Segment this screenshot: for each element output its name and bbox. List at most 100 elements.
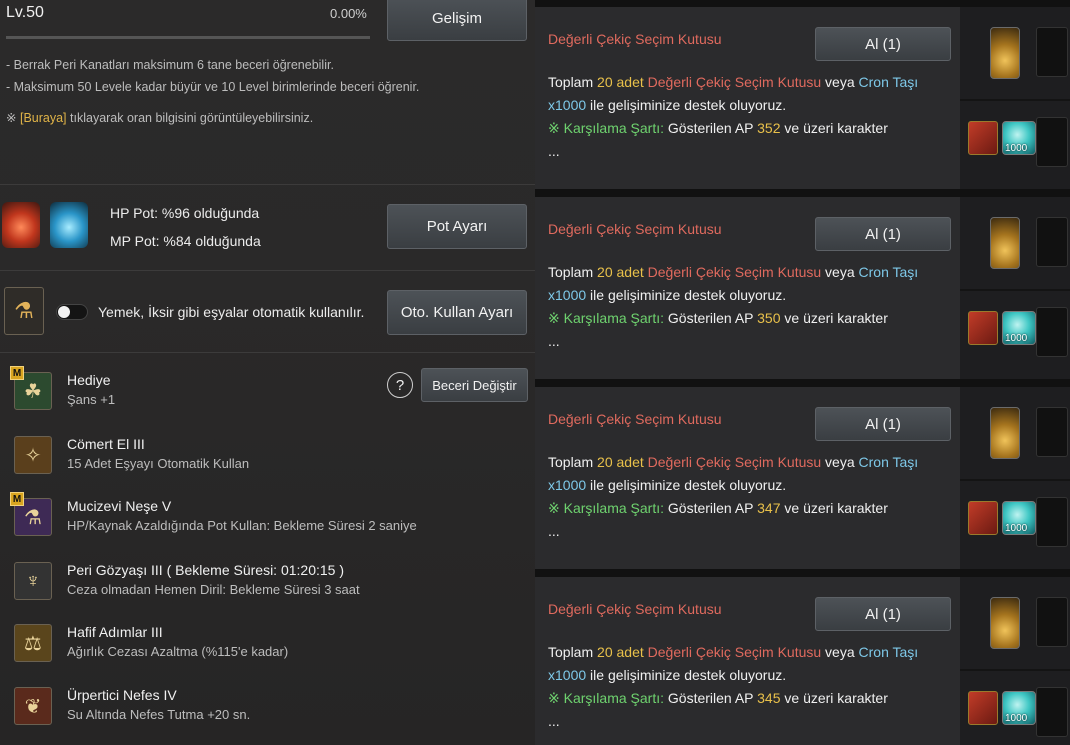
cron-quantity: x1000 [548, 287, 587, 303]
unit-label: adet [616, 264, 644, 280]
or-label: veya [825, 264, 855, 280]
reward-slot[interactable] [1036, 307, 1068, 357]
skill-description: Ağırlık Cezası Azaltma (%115'e kadar) [67, 644, 289, 659]
rate-info-link[interactable]: [Buraya] [20, 111, 67, 125]
skill-description: Şans +1 [67, 392, 116, 407]
skill-name: Cömert El III [67, 436, 145, 452]
more-ellipsis: ... [548, 523, 560, 539]
condition-label: ※ Karşılama Şartı: [548, 690, 664, 706]
buy-button[interactable]: Al (1) [815, 217, 951, 251]
hp-pot-threshold: HP Pot: %96 olduğunda [110, 205, 260, 221]
cron-stone-name: Cron Taşı [858, 264, 919, 280]
reward-slot[interactable] [1036, 497, 1068, 547]
mastery-badge: M [10, 366, 24, 380]
card-title: Değerli Çekiç Seçim Kutusu [548, 31, 722, 47]
more-ellipsis: ... [548, 713, 560, 729]
support-text: ile gelişiminize destek oluyoruz. [590, 97, 787, 113]
more-ellipsis: ... [548, 143, 560, 159]
breath-icon: ❦ [14, 687, 52, 725]
item-count: 20 [597, 644, 613, 660]
more-ellipsis: ... [548, 333, 560, 349]
develop-button[interactable]: Gelişim [387, 0, 527, 41]
item-name: Değerli Çekiç Seçim Kutusu [647, 454, 822, 470]
support-text: ile gelişiminize destek oluyoruz. [590, 287, 787, 303]
card-description: Toplam 20 adet Değerli Çekiç Seçim Kutus… [548, 641, 953, 733]
auto-use-toggle[interactable] [56, 304, 88, 320]
reward-slot[interactable] [1036, 597, 1068, 647]
buy-button[interactable]: Al (1) [815, 27, 951, 61]
hammer-box-icon[interactable] [968, 311, 998, 345]
fairy-level: Lv.50 [6, 4, 44, 21]
cron-stone-icon[interactable]: 1000 [1002, 501, 1036, 535]
reward-slot[interactable] [1036, 687, 1068, 737]
card-description: Toplam 20 adet Değerli Çekiç Seçim Kutus… [548, 451, 953, 543]
condition-text: Gösterilen AP [667, 500, 754, 516]
item-name: Değerli Çekiç Seçim Kutusu [647, 644, 822, 660]
support-text: ile gelişiminize destek oluyoruz. [590, 477, 787, 493]
unit-label: adet [616, 454, 644, 470]
divider [0, 352, 535, 353]
mp-pot-threshold: MP Pot: %84 olduğunda [110, 233, 261, 249]
purchase-card: Değerli Çekiç Seçim Kutusu Al (1) Toplam 2… [535, 577, 960, 745]
info-line-2: - Maksimum 50 Levele kadar büyür ve 10 L… [6, 80, 420, 94]
reward-slot[interactable] [1036, 407, 1068, 457]
auto-use-icon: ⚗ [4, 287, 44, 335]
required-ap: 352 [757, 120, 781, 136]
gem-quantity: 1000 [1005, 523, 1028, 534]
pot-settings-button[interactable]: Pot Ayarı [387, 204, 527, 249]
gem-quantity: 1000 [1005, 143, 1028, 154]
reward-slot[interactable] [1036, 117, 1068, 167]
total-label: Toplam [548, 644, 594, 660]
item-name: Değerli Çekiç Seçim Kutusu [647, 74, 822, 90]
reward-divider [960, 289, 1070, 291]
reward-divider [960, 479, 1070, 481]
card-title: Değerli Çekiç Seçim Kutusu [548, 411, 722, 427]
condition-tail: ve üzeri karakter [784, 690, 888, 706]
condition-text: Gösterilen AP [667, 690, 754, 706]
note-symbol: ※ [6, 111, 17, 125]
or-label: veya [825, 74, 855, 90]
toggle-knob [58, 306, 70, 318]
hp-potion-icon [2, 202, 40, 248]
info-rate-line: ※ [Buraya] tıklayarak oran bilgisini gör… [6, 110, 313, 125]
buy-button[interactable]: Al (1) [815, 407, 951, 441]
hammer-box-icon[interactable] [968, 121, 998, 155]
cron-stone-icon[interactable]: 1000 [1002, 311, 1036, 345]
or-label: veya [825, 644, 855, 660]
reward-column: 1000 [960, 7, 1070, 189]
divider [0, 270, 535, 271]
reward-slot[interactable] [1036, 27, 1068, 77]
reward-column: 1000 [960, 577, 1070, 745]
level-percent: 0.00% [330, 6, 367, 21]
purchase-card: Değerli Çekiç Seçim Kutusu Al (1) Toplam 2… [535, 387, 960, 569]
unit-label: adet [616, 74, 644, 90]
cron-stone-icon[interactable]: 1000 [1002, 121, 1036, 155]
hammer-box-icon[interactable] [968, 691, 998, 725]
skill-description: Ceza olmadan Hemen Diril: Bekleme Süresi… [67, 582, 360, 597]
medal-box-icon[interactable] [990, 27, 1020, 79]
reward-divider [960, 669, 1070, 671]
required-ap: 345 [757, 690, 781, 706]
divider [0, 184, 535, 185]
medal-box-icon[interactable] [990, 217, 1020, 269]
cron-quantity: x1000 [548, 97, 587, 113]
item-count: 20 [597, 454, 613, 470]
skill-name: Hediye [67, 372, 111, 388]
condition-label: ※ Karşılama Şartı: [548, 310, 664, 326]
total-label: Toplam [548, 74, 594, 90]
reward-column: 1000 [960, 387, 1070, 569]
hammer-box-icon[interactable] [968, 501, 998, 535]
gem-quantity: 1000 [1005, 713, 1028, 724]
weight-icon: ⚖ [14, 624, 52, 662]
reward-slot[interactable] [1036, 217, 1068, 267]
auto-use-settings-button[interactable]: Oto. Kullan Ayarı [387, 290, 527, 335]
skill-name: Mucizevi Neşe V [67, 498, 172, 514]
reward-divider [960, 99, 1070, 101]
skill-row: ☘ M Hediye Şans +1 [10, 366, 534, 420]
buy-button[interactable]: Al (1) [815, 597, 951, 631]
skill-name: Ürpertici Nefes IV [67, 687, 177, 703]
cron-stone-icon[interactable]: 1000 [1002, 691, 1036, 725]
medal-box-icon[interactable] [990, 407, 1020, 459]
unit-label: adet [616, 644, 644, 660]
medal-box-icon[interactable] [990, 597, 1020, 649]
